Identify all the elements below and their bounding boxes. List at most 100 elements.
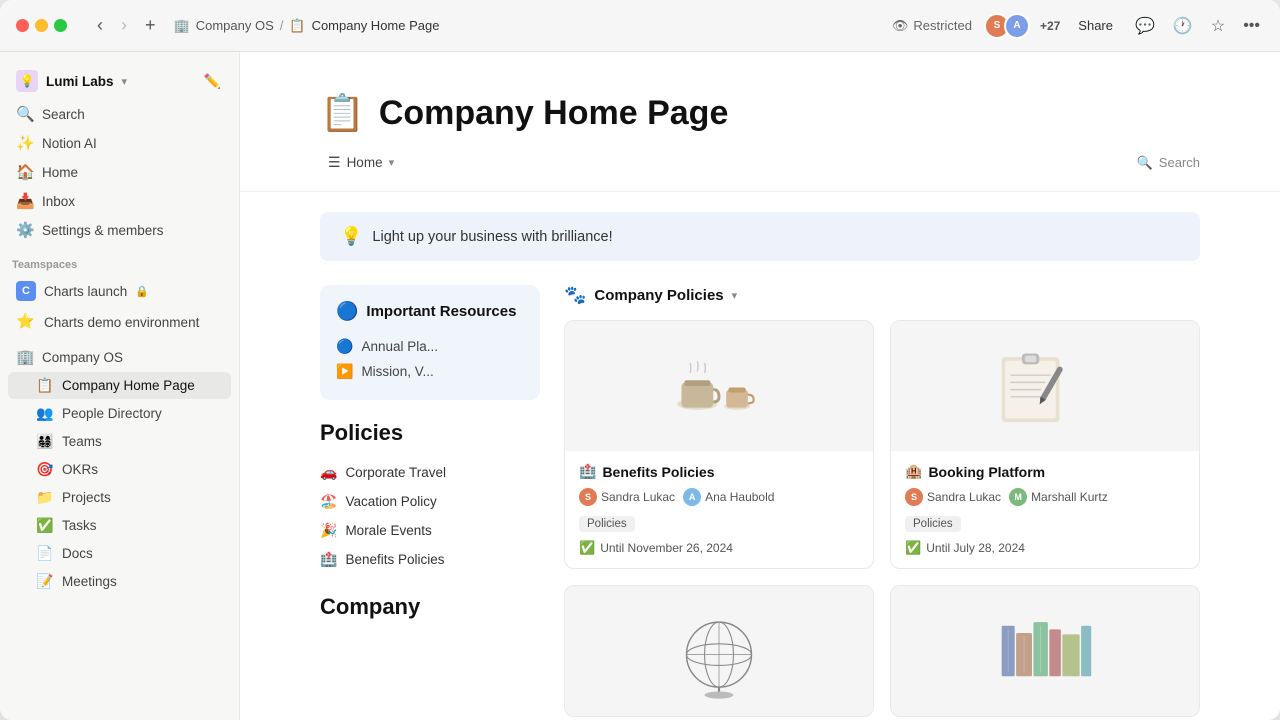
inbox-icon: 📥 bbox=[16, 192, 34, 210]
company-home-icon: 📋 bbox=[36, 377, 54, 394]
restricted-badge[interactable]: 👁 Restricted bbox=[892, 18, 972, 34]
morale-events-link[interactable]: 🎉 Morale Events bbox=[320, 516, 540, 545]
people-directory-icon: 👥 bbox=[36, 405, 54, 422]
fullscreen-button[interactable] bbox=[54, 19, 67, 32]
books-card[interactable] bbox=[890, 585, 1200, 717]
workspace-header[interactable]: 💡 Lumi Labs ▾ ✏️ bbox=[8, 64, 231, 98]
workspace-left: 💡 Lumi Labs ▾ bbox=[16, 70, 127, 92]
booking-tag: Policies bbox=[905, 516, 961, 532]
benefits-due-row: ✅ Until November 26, 2024 bbox=[579, 540, 859, 556]
benefits-policies-link[interactable]: 🏥 Benefits Policies bbox=[320, 545, 540, 574]
share-button[interactable]: Share bbox=[1070, 14, 1121, 37]
sidebar-item-home[interactable]: 🏠 Home bbox=[8, 158, 231, 186]
due-check-icon: ✅ bbox=[579, 540, 595, 556]
avatar-stack: S A bbox=[984, 13, 1030, 39]
benefits-label: Benefits Policies bbox=[345, 552, 444, 567]
morale-label: Morale Events bbox=[345, 523, 431, 538]
resources-heading: Important Resources bbox=[366, 303, 516, 320]
back-button[interactable]: ‹ bbox=[91, 11, 109, 40]
teams-icon: 👨‍👩‍👧‍👦 bbox=[36, 433, 54, 450]
benefits-authors: S Sandra Lukac A Ana Haubold bbox=[579, 488, 859, 506]
edit-workspace-button[interactable]: ✏️ bbox=[202, 71, 223, 92]
corporate-travel-link[interactable]: 🚗 Corporate Travel bbox=[320, 458, 540, 487]
resource-card-header: 🔵 Important Resources bbox=[336, 301, 524, 322]
sidebar-item-projects[interactable]: 📁 Projects bbox=[8, 484, 231, 511]
company-heading: Company bbox=[320, 594, 540, 620]
policies-section: Policies 🚗 Corporate Travel 🏖️ Vacation … bbox=[320, 420, 540, 574]
teamspace-charts-launch[interactable]: C Charts launch 🔒 bbox=[8, 276, 231, 306]
banner-text: Light up your business with brilliance! bbox=[372, 229, 612, 245]
view-bar: ☰ Home ▾ 🔍 Search bbox=[240, 150, 1280, 192]
forward-button[interactable]: › bbox=[115, 11, 133, 40]
mission-icon: ▶️ bbox=[336, 363, 353, 380]
company-os-label: Company OS bbox=[42, 350, 123, 365]
booking-platform-card[interactable]: 🏨 Booking Platform S Sandra Lukac bbox=[890, 320, 1200, 569]
notion-ai-label: Notion AI bbox=[42, 136, 97, 151]
charts-launch-icon: C bbox=[16, 281, 36, 301]
vacation-icon: 🏖️ bbox=[320, 493, 337, 510]
page-title: Company Home Page bbox=[379, 94, 729, 133]
ana-avatar: A bbox=[683, 488, 701, 506]
teamspaces-section-label: Teamspaces bbox=[0, 249, 239, 275]
avatar-count: +27 bbox=[1040, 19, 1060, 33]
sandra-name-2: Sandra Lukac bbox=[927, 490, 1001, 504]
minimize-button[interactable] bbox=[35, 19, 48, 32]
breadcrumb-separator: / bbox=[280, 18, 284, 33]
projects-icon: 📁 bbox=[36, 489, 54, 506]
company-section: Company bbox=[320, 594, 540, 620]
marshall-avatar: M bbox=[1009, 488, 1027, 506]
booking-card-icon: 🏨 bbox=[905, 463, 922, 480]
booking-due-check-icon: ✅ bbox=[905, 540, 921, 556]
company-policies-chevron-icon[interactable]: ▾ bbox=[732, 289, 738, 302]
banner: 💡 Light up your business with brilliance… bbox=[320, 212, 1200, 261]
sidebar-item-inbox[interactable]: 📥 Inbox bbox=[8, 187, 231, 215]
annual-plan-link[interactable]: 🔵 Annual Pla... bbox=[336, 334, 524, 359]
workspace-chevron-icon: ▾ bbox=[122, 75, 128, 88]
policies-heading: Policies bbox=[320, 420, 540, 446]
favorite-button[interactable]: ☆ bbox=[1207, 12, 1229, 40]
sidebar-item-search[interactable]: 🔍 Search bbox=[8, 100, 231, 128]
sidebar-item-tasks[interactable]: ✅ Tasks bbox=[8, 512, 231, 539]
view-search[interactable]: 🔍 Search bbox=[1137, 155, 1200, 171]
sidebar-item-settings[interactable]: ⚙️ Settings & members bbox=[8, 216, 231, 244]
benefits-title-row: 🏥 Benefits Policies bbox=[579, 463, 859, 480]
sidebar-item-teams[interactable]: 👨‍👩‍👧‍👦 Teams bbox=[8, 428, 231, 455]
sidebar-item-company-home[interactable]: 📋 Company Home Page bbox=[8, 372, 231, 399]
left-column: 🔵 Important Resources 🔵 Annual Pla... ▶️… bbox=[320, 285, 540, 717]
teamspace-charts-demo[interactable]: ⭐ Charts demo environment bbox=[8, 307, 231, 337]
sidebar-item-people-directory[interactable]: 👥 People Directory bbox=[8, 400, 231, 427]
benefits-due: Until November 26, 2024 bbox=[600, 541, 733, 555]
benefits-card-title: Benefits Policies bbox=[602, 464, 714, 480]
eye-icon: 👁 bbox=[892, 18, 909, 34]
mission-link[interactable]: ▶️ Mission, V... bbox=[336, 359, 524, 384]
docs-label: Docs bbox=[62, 546, 93, 561]
okrs-icon: 🎯 bbox=[36, 461, 54, 478]
settings-icon: ⚙️ bbox=[16, 221, 34, 239]
history-button[interactable]: 🕐 bbox=[1169, 12, 1197, 40]
sidebar-item-okrs[interactable]: 🎯 OKRs bbox=[8, 456, 231, 483]
sidebar-top: 💡 Lumi Labs ▾ ✏️ 🔍 Search ✨ Notion AI 🏠 bbox=[0, 52, 239, 249]
benefits-policies-card[interactable]: 🏥 Benefits Policies S Sandra Lukac bbox=[564, 320, 874, 569]
sidebar-item-notion-ai[interactable]: ✨ Notion AI bbox=[8, 129, 231, 157]
home-view-tab[interactable]: ☰ Home ▾ bbox=[320, 150, 402, 175]
breadcrumb: 🏢 Company OS / 📋 Company Home Page bbox=[174, 18, 880, 34]
vacation-policy-link[interactable]: 🏖️ Vacation Policy bbox=[320, 487, 540, 516]
more-options-button[interactable]: ••• bbox=[1239, 13, 1264, 39]
view-tab-icon: ☰ bbox=[328, 154, 341, 171]
close-button[interactable] bbox=[16, 19, 29, 32]
comment-button[interactable]: 💬 bbox=[1131, 12, 1159, 40]
titlebar-right: S A +27 Share 💬 🕐 ☆ ••• bbox=[984, 12, 1264, 40]
booking-title-row: 🏨 Booking Platform bbox=[905, 463, 1185, 480]
restricted-label: Restricted bbox=[913, 18, 972, 33]
sidebar-item-docs[interactable]: 📄 Docs bbox=[8, 540, 231, 567]
new-tab-button[interactable]: + bbox=[139, 11, 162, 40]
benefits-illustration bbox=[565, 321, 873, 451]
workspace-name: Lumi Labs bbox=[46, 74, 114, 89]
sidebar-item-meetings[interactable]: 📝 Meetings bbox=[8, 568, 231, 595]
corporate-travel-label: Corporate Travel bbox=[345, 465, 446, 480]
workspace-breadcrumb-label[interactable]: Company OS bbox=[196, 18, 274, 33]
meetings-icon: 📝 bbox=[36, 573, 54, 590]
sidebar-item-company-os[interactable]: 🏢 Company OS bbox=[8, 343, 231, 371]
global-card[interactable] bbox=[564, 585, 874, 717]
notion-ai-icon: ✨ bbox=[16, 134, 34, 152]
